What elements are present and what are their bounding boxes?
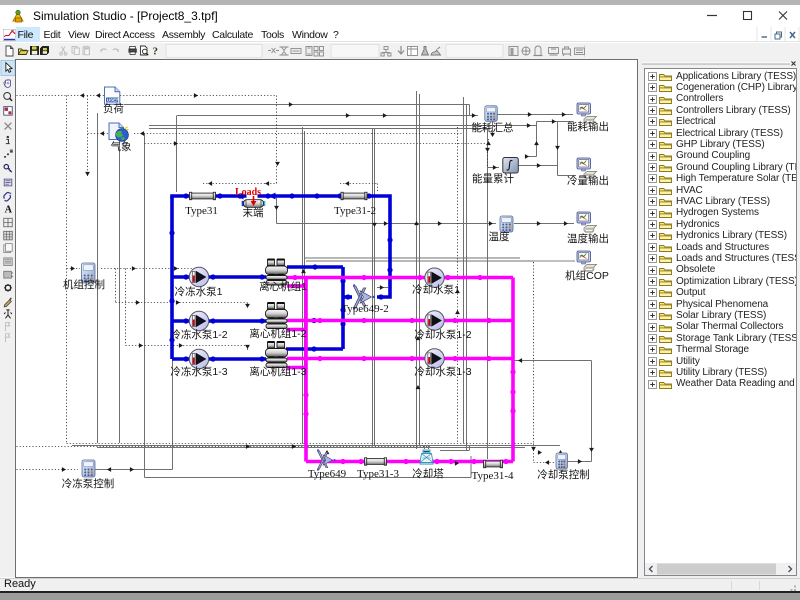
svg-text:?: ?: [153, 46, 159, 58]
svg-text:A: A: [5, 205, 13, 216]
svg-text:Loads: Loads: [235, 187, 261, 198]
